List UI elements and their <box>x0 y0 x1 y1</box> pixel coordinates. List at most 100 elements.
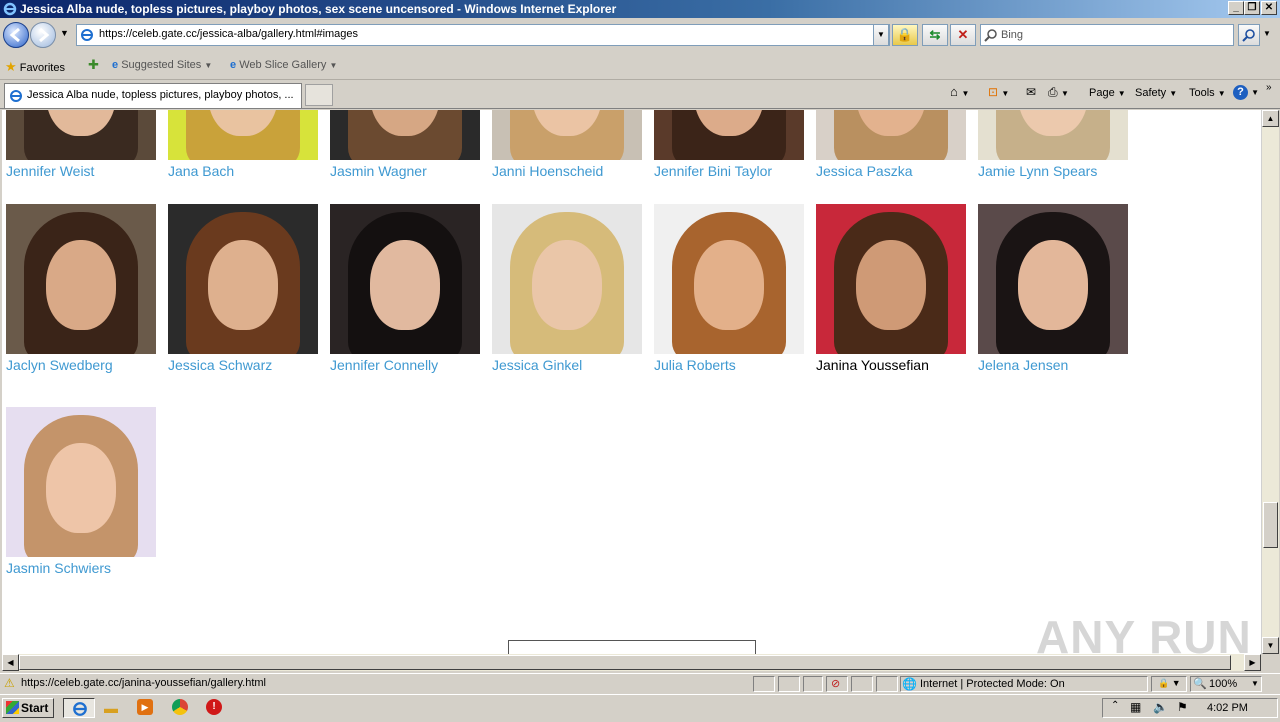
opera-icon[interactable]: ! <box>206 699 222 715</box>
celebrity-name-link[interactable]: Janni Hoenscheid <box>492 163 603 179</box>
volume-icon[interactable]: 🔈 <box>1153 700 1168 714</box>
recent-pages-dropdown-icon[interactable]: ▼ <box>60 28 69 38</box>
home-button[interactable]: ⌂ ▼ <box>950 84 969 99</box>
vertical-scrollbar[interactable]: ▲ ▼ <box>1261 110 1279 654</box>
feeds-button[interactable]: ⊡ ▼ <box>988 85 1009 99</box>
clock[interactable]: 4:02 PM <box>1207 702 1248 714</box>
popup-blocker-icon[interactable]: ⊘ <box>826 676 848 692</box>
celebrity-thumbnail[interactable] <box>816 204 966 354</box>
safety-menu-label: Safety <box>1135 87 1167 99</box>
celebrity-thumbnail[interactable] <box>6 407 156 557</box>
celebrity-thumbnail[interactable] <box>978 204 1128 354</box>
celebrity-thumbnail[interactable] <box>6 204 156 354</box>
web-slice-gallery-link[interactable]: e Web Slice Gallery ▼ <box>230 59 337 71</box>
scroll-up-button[interactable]: ▲ <box>1262 110 1279 127</box>
celebrity-name-link[interactable]: Jessica Ginkel <box>492 357 582 373</box>
suggested-sites-link[interactable]: e Suggested Sites ▼ <box>112 59 212 71</box>
address-dropdown-button[interactable]: ▼ <box>873 24 889 46</box>
stop-button[interactable]: ✕ <box>950 24 976 46</box>
celebrity-name-link[interactable]: Julia Roberts <box>654 357 736 373</box>
media-player-icon[interactable]: ▶ <box>137 699 153 715</box>
chevron-more-icon[interactable]: » <box>1266 82 1272 93</box>
search-icon <box>984 29 997 42</box>
search-options-dropdown-icon[interactable]: ▼ <box>1263 29 1271 38</box>
security-zone[interactable]: 🌐 Internet | Protected Mode: On <box>900 676 1148 692</box>
read-mail-button[interactable]: ✉ <box>1026 85 1036 99</box>
restore-button[interactable]: ❐ <box>1244 1 1260 15</box>
celebrity-name-link[interactable]: Jaclyn Swedberg <box>6 357 113 373</box>
minimize-button[interactable]: _ <box>1228 1 1244 15</box>
address-field[interactable]: https://celeb.gate.cc/jessica-alba/galle… <box>76 24 890 46</box>
zone-lock-dropdown[interactable]: 🔒 ▼ <box>1151 676 1187 692</box>
zoom-level: 100% <box>1209 678 1238 690</box>
start-label: Start <box>21 701 49 715</box>
status-url: https://celeb.gate.cc/janina-youssefian/… <box>21 677 266 689</box>
celebrity-thumbnail[interactable] <box>6 110 156 160</box>
celebrity-thumbnail[interactable] <box>168 110 318 160</box>
celebrity-name-link[interactable]: Janina Youssefian <box>816 357 929 373</box>
celebrity-thumbnail[interactable] <box>492 204 642 354</box>
celebrity-thumbnail[interactable] <box>978 110 1128 160</box>
celebrity-name-link[interactable]: Jessica Paszka <box>816 163 912 179</box>
warning-icon: ⚠ <box>4 676 15 690</box>
page-content: Jennifer Weist Jana Bach Jasmin Wagner Jann… <box>2 110 1261 654</box>
network-icon[interactable]: ▦ <box>1130 700 1141 714</box>
scroll-down-button[interactable]: ▼ <box>1262 637 1279 654</box>
celebrity-thumbnail[interactable] <box>330 110 480 160</box>
pagination-box <box>508 640 756 654</box>
navigation-bar: ▼ https://celeb.gate.cc/jessica-alba/gal… <box>0 18 1280 54</box>
zoom-icon: 🔍 <box>1193 678 1207 690</box>
chrome-icon[interactable] <box>172 699 188 715</box>
status-cell <box>803 676 823 692</box>
chevron-down-icon: ▼ <box>329 61 338 70</box>
celebrity-thumbnail[interactable] <box>492 110 642 160</box>
celebrity-name-link[interactable]: Jennifer Bini Taylor <box>654 163 772 179</box>
print-button[interactable]: ⎙ ▼ <box>1048 85 1069 100</box>
refresh-button[interactable]: ⇆ <box>922 24 948 46</box>
celebrity-name-link[interactable]: Jamie Lynn Spears <box>978 163 1097 179</box>
show-hidden-icons-icon[interactable]: ⌃ <box>1111 700 1119 711</box>
security-lock-button[interactable]: 🔒 <box>892 24 918 46</box>
taskbar-ie-button[interactable] <box>63 698 95 718</box>
celebrity-name-link[interactable]: Jennifer Weist <box>6 163 94 179</box>
back-arrow-icon <box>9 27 20 43</box>
celebrity-name-link[interactable]: Jasmin Schwiers <box>6 560 111 576</box>
back-button[interactable] <box>3 22 29 48</box>
scroll-thumb[interactable] <box>1263 502 1278 548</box>
celebrity-thumbnail[interactable] <box>654 110 804 160</box>
celebrity-thumbnail[interactable] <box>330 204 480 354</box>
start-button[interactable]: Start <box>2 698 54 718</box>
celebrity-thumbnail[interactable] <box>168 204 318 354</box>
celebrity-name-link[interactable]: Jennifer Connelly <box>330 357 438 373</box>
tab-bar: Jessica Alba nude, topless pictures, pla… <box>0 80 1280 109</box>
page-menu[interactable]: Page ▼ <box>1089 87 1126 99</box>
close-window-button[interactable]: ✕ <box>1261 1 1277 15</box>
forward-button[interactable] <box>30 22 56 48</box>
scroll-left-button[interactable]: ◀ <box>2 654 19 671</box>
help-button[interactable]: ? ▼ <box>1233 85 1259 100</box>
folder-icon[interactable]: ▬ <box>104 700 118 716</box>
celebrity-name-link[interactable]: Jana Bach <box>168 163 234 179</box>
search-go-button[interactable] <box>1238 24 1260 46</box>
tab-current[interactable]: Jessica Alba nude, topless pictures, pla… <box>4 83 302 108</box>
zoom-control[interactable]: 🔍 100% ▼ <box>1190 676 1262 692</box>
favorites-button[interactable]: ★ Favorites <box>5 59 65 75</box>
chevron-down-icon: ▼ <box>204 61 213 70</box>
forward-arrow-icon <box>39 27 50 43</box>
celebrity-name-link[interactable]: Jasmin Wagner <box>330 163 427 179</box>
celebrity-name-link[interactable]: Jelena Jensen <box>978 357 1068 373</box>
celebrity-name-link[interactable]: Jessica Schwarz <box>168 357 272 373</box>
action-center-flag-icon[interactable]: ⚑ <box>1177 700 1188 714</box>
search-input[interactable]: Bing <box>980 24 1234 46</box>
zone-label: Internet | Protected Mode: On <box>920 678 1065 690</box>
safety-menu[interactable]: Safety ▼ <box>1135 87 1177 99</box>
favorites-label: Favorites <box>19 62 65 74</box>
tools-menu[interactable]: Tools ▼ <box>1189 87 1226 99</box>
add-favorite-icon[interactable]: ✚ <box>88 57 99 73</box>
status-bar: ⚠ https://celeb.gate.cc/janina-youssefia… <box>0 673 1280 693</box>
celebrity-thumbnail[interactable] <box>654 204 804 354</box>
new-tab-button[interactable] <box>305 84 333 106</box>
status-cell <box>753 676 775 692</box>
celebrity-thumbnail[interactable] <box>816 110 966 160</box>
ie-page-icon: e <box>112 59 119 71</box>
